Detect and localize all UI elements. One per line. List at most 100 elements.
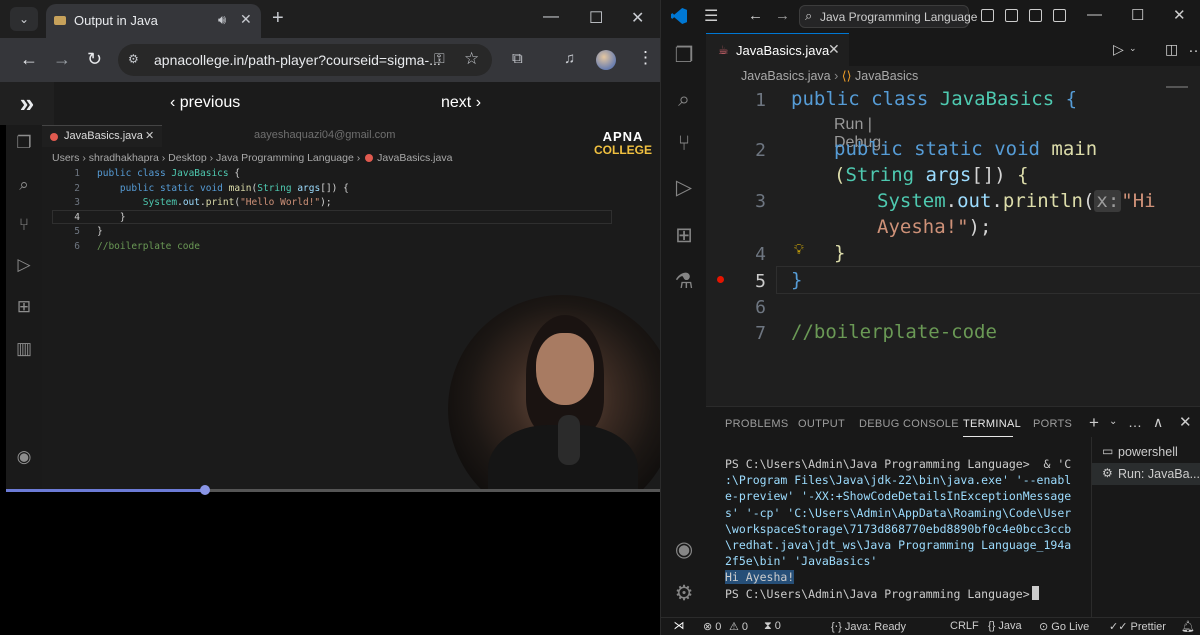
hamburger-menu-icon[interactable]: ☰ <box>704 6 718 26</box>
logo-text-top: APNA <box>602 129 644 144</box>
more-menu-icon[interactable]: ⋮ <box>637 48 654 68</box>
run-debug-icon[interactable]: ▷ <box>671 175 697 201</box>
terminal-output[interactable]: PS C:\Users\Admin\Java Programming Langu… <box>725 456 1077 602</box>
tab-search-chevron-icon[interactable]: ⌄ <box>10 7 38 31</box>
minimap[interactable] <box>1166 86 1188 94</box>
video-editor-tab: JavaBasics.java ✕ <box>42 125 162 147</box>
testing-flask-icon[interactable]: ⚗ <box>671 269 697 295</box>
breadcrumb-file[interactable]: JavaBasics.java <box>741 69 831 83</box>
close-panel-icon[interactable]: ✕ <box>1179 413 1192 431</box>
ports-status[interactable]: ⧗ 0 <box>764 620 781 633</box>
tab-output[interactable]: OUTPUT <box>798 418 845 430</box>
code-editor[interactable]: 💡︎ 1 2 3 4 5 6 7 public class JavaBasics… <box>706 86 1200 406</box>
go-live-status[interactable]: ⊙ Go Live <box>1039 620 1089 633</box>
source-control-icon: ⑂ <box>18 215 30 234</box>
toggle-secondary-sidebar-icon[interactable] <box>1029 9 1042 22</box>
reload-icon[interactable]: ↻ <box>87 49 102 69</box>
url-text[interactable]: apnacollege.in/path-player?courseid=sigm… <box>154 52 441 68</box>
forward-arrow-icon[interactable]: → <box>775 7 790 24</box>
code-line: (String args[]) { <box>834 164 1029 186</box>
run-java-icon[interactable]: ▷ <box>1113 41 1124 58</box>
prettier-status[interactable]: ✓✓ Prettier <box>1109 620 1166 633</box>
back-arrow-icon[interactable]: ← <box>748 7 763 24</box>
panel-more-icon[interactable]: … <box>1128 414 1142 430</box>
line-number: 6 <box>74 240 80 252</box>
java-status[interactable]: {⋅} Java: Ready <box>831 620 906 633</box>
ports-count: 0 <box>774 620 781 632</box>
eol-status[interactable]: CRLF <box>950 620 979 632</box>
media-control-icon[interactable]: ♫ <box>564 50 575 67</box>
line-number: 3 <box>74 197 80 209</box>
split-editor-icon[interactable]: ◫ <box>1165 41 1178 58</box>
lightbulb-icon[interactable]: 💡︎ <box>794 241 804 258</box>
video-progress-bar[interactable] <box>6 485 660 495</box>
breadcrumb-class[interactable]: JavaBasics <box>855 69 918 83</box>
command-center-search[interactable]: ⌕ Java Programming Language <box>799 5 977 28</box>
warnings-status[interactable]: ⚠ 0 <box>729 620 748 633</box>
browser-tabbar: ⌄ Output in Java 🔊︎ ✕ + — ☐ ✕ <box>0 0 660 38</box>
errors-status[interactable]: ⊗ 0 <box>703 620 721 633</box>
watermark-email: aayeshaquazi04@gmail.com <box>254 129 396 141</box>
terminal-item-powershell[interactable]: ▭ powershell <box>1092 441 1200 463</box>
next-link[interactable]: next › <box>441 94 481 112</box>
search-text: Java Programming Language <box>820 10 978 24</box>
tab-close-icon[interactable]: ✕ <box>240 11 252 28</box>
breakpoint-dot-icon[interactable] <box>717 276 724 283</box>
java-file-icon <box>365 154 374 162</box>
customize-layout-icon[interactable] <box>1053 9 1066 22</box>
forward-arrow-icon[interactable]: → <box>53 49 71 69</box>
new-terminal-icon[interactable]: + <box>1089 413 1099 433</box>
bottom-panel: PROBLEMS OUTPUT DEBUG CONSOLE TERMINAL P… <box>706 406 1200 618</box>
back-arrow-icon[interactable]: ← <box>20 49 38 69</box>
search-icon[interactable]: ⌕ <box>671 87 697 113</box>
new-tab-icon[interactable]: + <box>272 7 284 29</box>
crumb-item: Users <box>52 152 80 164</box>
tab-problems[interactable]: PROBLEMS <box>725 418 789 430</box>
previous-link[interactable]: ‹ previous <box>170 94 240 112</box>
sidebar-toggle-icon[interactable]: » <box>0 82 54 125</box>
bookmark-star-icon[interactable]: ☆ <box>464 49 479 69</box>
settings-gear-icon[interactable]: ⚙ <box>671 581 697 607</box>
line-number: 2 <box>755 140 766 161</box>
profile-avatar[interactable] <box>596 50 616 70</box>
language-status[interactable]: {} Java <box>988 620 1022 632</box>
minimize-icon[interactable]: — <box>1087 6 1102 23</box>
maximize-panel-icon[interactable]: ∧ <box>1153 414 1163 431</box>
extensions-icon: ⊞ <box>16 297 32 316</box>
tab-javabasics[interactable]: ☕︎ JavaBasics.java ✕ <box>706 33 849 66</box>
extensions-icon[interactable]: ⊞ <box>671 223 697 249</box>
code-line: 1 public class JavaBasics { <box>52 167 349 182</box>
close-window-icon[interactable]: ✕ <box>631 8 644 28</box>
password-key-icon[interactable]: ⚿ <box>434 50 445 67</box>
extensions-puzzle-icon[interactable]: ⧉ <box>512 50 523 67</box>
video-player[interactable]: ❐ ⌕ ⑂ ▷ ⊞ ▥ ◉ JavaBasics.java ✕ aayeshaq… <box>6 125 660 490</box>
terminal-text: \redhat.java\jdt_ws\Java Programming Lan… <box>725 538 1072 553</box>
toggle-panel-icon[interactable] <box>1005 9 1018 22</box>
minimize-icon[interactable]: — <box>543 8 559 26</box>
account-icon[interactable]: ◉ <box>671 537 697 563</box>
maximize-icon[interactable]: ☐ <box>1131 6 1144 24</box>
tab-debug-console[interactable]: DEBUG CONSOLE <box>859 418 959 430</box>
remote-icon[interactable]: ⋊ <box>661 618 697 635</box>
tab-close-icon[interactable]: ✕ <box>828 41 840 58</box>
explorer-icon[interactable]: ❐ <box>671 43 697 69</box>
maximize-icon[interactable]: ☐ <box>589 8 603 28</box>
browser-tab[interactable]: Output in Java 🔊︎ ✕ <box>46 4 261 38</box>
site-info-icon[interactable]: ⚙ <box>128 52 144 68</box>
editor-breadcrumb[interactable]: JavaBasics.java › ⟨⟩ JavaBasics <box>741 68 918 83</box>
run-dropdown-chevron-icon[interactable]: ⌄ <box>1129 43 1137 54</box>
video-progress-knob[interactable] <box>200 485 211 495</box>
close-window-icon[interactable]: ✕ <box>1173 6 1186 24</box>
terminal-item-run-javabasics[interactable]: ⚙ Run: JavaBa... <box>1092 463 1200 485</box>
tab-terminal[interactable]: TERMINAL <box>963 418 1021 430</box>
more-actions-icon[interactable]: … <box>1188 39 1200 57</box>
notifications-bell-icon[interactable]: 🔔︎ <box>1181 620 1195 633</box>
language-text: Java <box>998 620 1022 632</box>
source-control-icon[interactable]: ⑂ <box>671 131 697 157</box>
tab-ports[interactable]: PORTS <box>1033 418 1072 430</box>
terminal-text: e-preview' '-XX:+ShowCodeDetailsInExcept… <box>725 489 1072 504</box>
address-bar[interactable]: ⚙ apnacollege.in/path-player?courseid=si… <box>118 44 492 76</box>
audio-playing-icon[interactable]: 🔊︎ <box>218 12 226 28</box>
terminal-dropdown-chevron-icon[interactable]: ⌄ <box>1109 416 1117 427</box>
toggle-sidebar-icon[interactable] <box>981 9 994 22</box>
